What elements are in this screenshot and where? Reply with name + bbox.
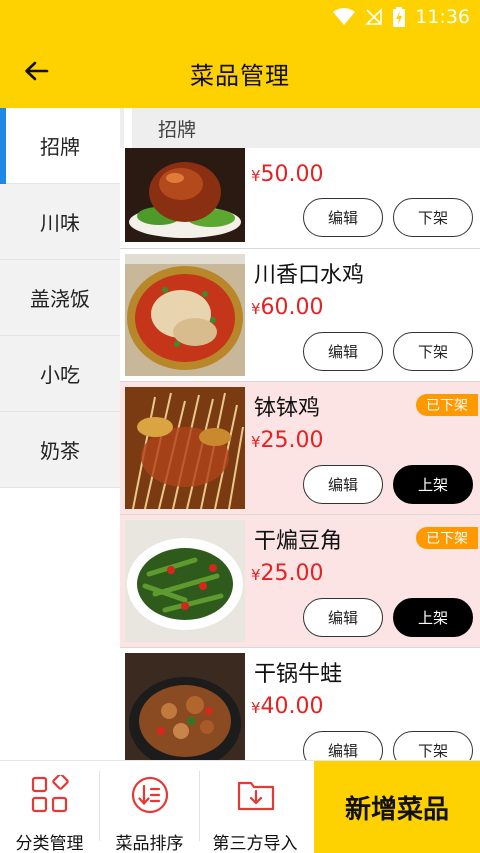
edit-button[interactable]: 编辑 (303, 198, 383, 237)
off-shelf-badge: 已下架 (416, 394, 478, 416)
dish-item[interactable]: 钵钵鸡 已下架 ¥25.00 编辑 上架 (120, 382, 480, 515)
section-title: 招牌 (158, 118, 197, 141)
dish-list[interactable]: 招牌 ¥50.00 编辑 下架 川香口水鸡 ¥60.00 编辑 下架 钵钵鸡 已… (120, 108, 480, 760)
currency-symbol: ¥ (251, 433, 261, 451)
edit-button[interactable]: 编辑 (303, 731, 383, 760)
dish-item[interactable]: 干煸豆角 已下架 ¥25.00 编辑 上架 (120, 515, 480, 648)
dish-price: ¥50.00 (251, 162, 324, 187)
price-value: 25.00 (260, 428, 324, 453)
category-label: 川味 (40, 211, 80, 235)
take-off-shelf-button[interactable]: 下架 (393, 731, 473, 760)
price-value: 40.00 (260, 694, 324, 719)
status-time: 11:36 (415, 6, 470, 28)
category-label: 招牌 (40, 135, 80, 159)
dish-image (125, 520, 245, 642)
currency-symbol: ¥ (251, 699, 261, 717)
dish-item[interactable]: 干锅牛蛙 ¥40.00 编辑 下架 (120, 648, 480, 760)
category-item-rice-bowl[interactable]: 盖浇饭 (0, 260, 120, 336)
category-item-signature[interactable]: 招牌 (0, 108, 120, 184)
edit-button[interactable]: 编辑 (303, 598, 383, 637)
put-on-shelf-button[interactable]: 上架 (393, 465, 473, 504)
add-dish-button[interactable]: 新增菜品 (314, 761, 480, 853)
price-value: 50.00 (260, 162, 324, 187)
dish-name: 钵钵鸡 (254, 396, 321, 421)
edit-button[interactable]: 编辑 (303, 465, 383, 504)
dish-name: 川香口水鸡 (254, 263, 365, 288)
take-off-shelf-button[interactable]: 下架 (393, 198, 473, 237)
dish-price: ¥25.00 (251, 428, 324, 453)
status-bar: 11:36 (0, 0, 480, 34)
section-header: 招牌 (120, 108, 480, 148)
category-item-sichuan[interactable]: 川味 (0, 184, 120, 260)
off-shelf-badge: 已下架 (416, 527, 478, 549)
tab-label: 菜品排序 (115, 834, 184, 853)
dish-price: ¥40.00 (251, 694, 324, 719)
category-sidebar: 招牌 川味 盖浇饭 小吃 奶茶 (0, 108, 120, 760)
dish-item[interactable]: ¥50.00 编辑 下架 (120, 148, 480, 249)
no-signal-icon (365, 8, 383, 25)
currency-symbol: ¥ (251, 167, 261, 185)
take-off-shelf-button[interactable]: 下架 (393, 332, 473, 371)
category-item-snacks[interactable]: 小吃 (0, 336, 120, 412)
battery-charging-icon (393, 7, 406, 27)
category-label: 小吃 (40, 363, 80, 387)
dish-image (125, 387, 245, 509)
category-label: 奶茶 (40, 439, 80, 463)
price-value: 60.00 (260, 295, 324, 320)
currency-symbol: ¥ (251, 566, 261, 584)
app-bar: 菜品管理 (0, 34, 480, 108)
wifi-icon (333, 8, 356, 25)
status-icons: 11:36 (333, 6, 470, 28)
dish-image (125, 254, 245, 376)
folder-import-icon (237, 781, 275, 811)
edit-button[interactable]: 编辑 (303, 332, 383, 371)
sort-icon (131, 776, 169, 814)
category-item-milk-tea[interactable]: 奶茶 (0, 412, 120, 488)
bottom-bar: 分类管理 菜品排序 第三方导入 新增菜品 (0, 760, 480, 853)
price-value: 25.00 (260, 561, 324, 586)
dish-price: ¥25.00 (251, 561, 324, 586)
category-grid-icon (31, 775, 69, 813)
tab-label: 分类管理 (15, 834, 84, 853)
tab-label: 第三方导入 (212, 834, 298, 853)
put-on-shelf-button[interactable]: 上架 (393, 598, 473, 637)
dish-item[interactable]: 川香口水鸡 ¥60.00 编辑 下架 (120, 249, 480, 382)
page-title: 菜品管理 (190, 62, 290, 90)
dish-name: 干锅牛蛙 (254, 662, 343, 687)
third-party-import-tab[interactable]: 第三方导入 (200, 761, 310, 853)
dish-name: 干煸豆角 (254, 529, 343, 554)
category-label: 盖浇饭 (30, 287, 90, 311)
dish-sort-tab[interactable]: 菜品排序 (100, 761, 199, 853)
dish-image (125, 148, 245, 242)
category-management-tab[interactable]: 分类管理 (0, 761, 99, 853)
currency-symbol: ¥ (251, 300, 261, 318)
dish-image (125, 653, 245, 760)
dish-price: ¥60.00 (251, 295, 324, 320)
